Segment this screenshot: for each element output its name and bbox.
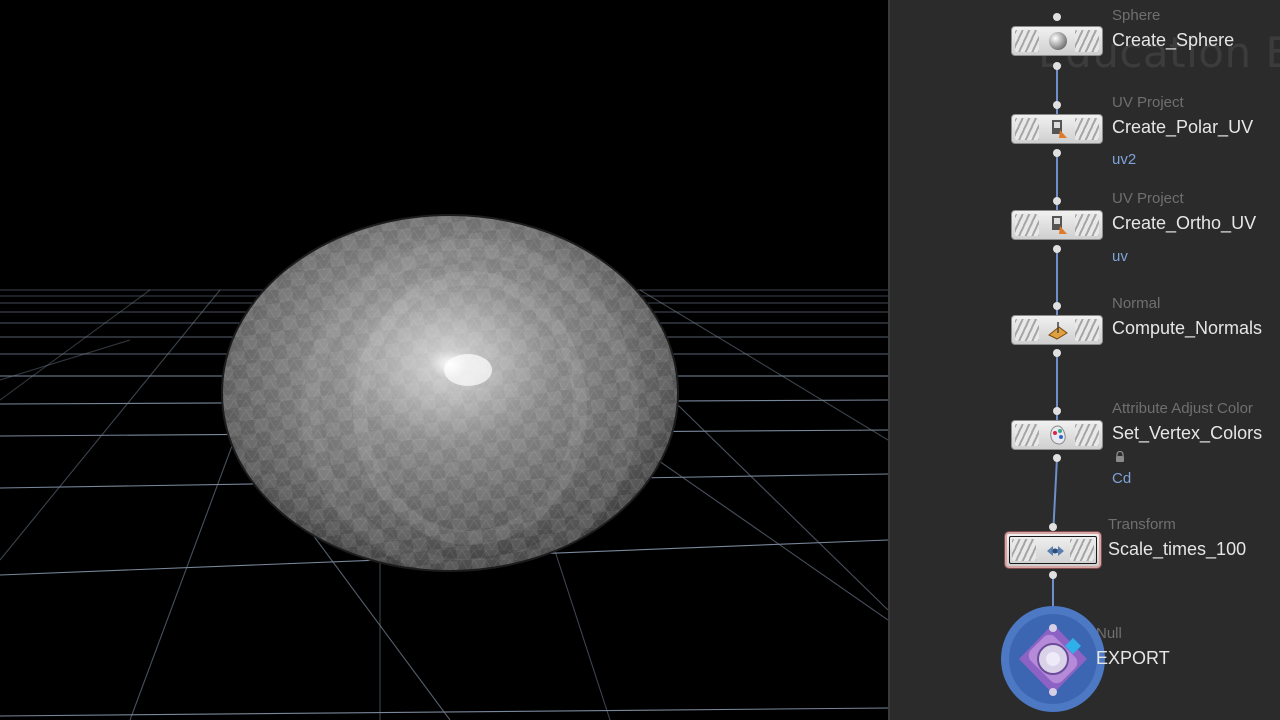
uv-project-icon — [1046, 118, 1070, 140]
normal-icon — [1046, 319, 1070, 341]
node-name-label[interactable]: Scale_times_100 — [1108, 539, 1246, 560]
transform-icon — [1043, 540, 1067, 562]
node-type-label: UV Project — [1112, 190, 1184, 207]
input-connector[interactable] — [1053, 407, 1061, 415]
output-connector[interactable] — [1049, 571, 1057, 579]
sphere-icon — [1046, 30, 1070, 52]
uv-project-icon — [1046, 214, 1070, 236]
node-name-label[interactable]: Create_Polar_UV — [1112, 117, 1253, 138]
bypass-flag[interactable] — [1015, 319, 1039, 341]
output-connector[interactable] — [1053, 62, 1061, 70]
bypass-flag[interactable] — [1015, 214, 1039, 236]
node-scale-times-100[interactable] — [1005, 532, 1101, 568]
input-connector[interactable] — [1053, 13, 1061, 21]
output-connector[interactable] — [1053, 349, 1061, 357]
node-set-vertex-colors[interactable] — [1011, 420, 1103, 450]
node-export[interactable] — [1001, 602, 1105, 712]
display-flag[interactable] — [1075, 424, 1099, 446]
input-connector — [1049, 624, 1057, 632]
network-editor-panel[interactable]: Education Edi Sphere Create_Sphere — [888, 0, 1280, 720]
bypass-flag[interactable] — [1015, 30, 1039, 52]
node-type-label: Sphere — [1112, 7, 1161, 24]
node-name-label[interactable]: EXPORT — [1096, 648, 1170, 669]
display-flag[interactable] — [1075, 319, 1099, 341]
output-attribute-label: Cd — [1112, 470, 1132, 487]
output-connector[interactable] — [1053, 454, 1061, 462]
node-type-label: Transform — [1108, 516, 1176, 533]
viewport-canvas — [0, 214, 888, 720]
output-connector[interactable] — [1053, 245, 1061, 253]
node-name-label[interactable]: Create_Ortho_UV — [1112, 213, 1256, 234]
color-adjust-icon — [1046, 424, 1070, 446]
scene-viewport[interactable] — [0, 0, 888, 720]
output-attribute-label: uv2 — [1112, 151, 1137, 168]
node-compute-normals[interactable] — [1011, 315, 1103, 345]
display-flag[interactable] — [1075, 30, 1099, 52]
output-connector — [1049, 688, 1057, 696]
node-type-label: Attribute Adjust Color — [1112, 400, 1253, 417]
lock-icon[interactable] — [1114, 451, 1126, 463]
input-connector[interactable] — [1053, 302, 1061, 310]
input-connector[interactable] — [1053, 197, 1061, 205]
bypass-flag[interactable] — [1012, 539, 1036, 561]
node-type-label: Normal — [1112, 295, 1161, 312]
node-create-polar-uv[interactable] — [1011, 114, 1103, 144]
node-name-label[interactable]: Compute_Normals — [1112, 318, 1262, 339]
node-create-ortho-uv[interactable] — [1011, 210, 1103, 240]
display-flag[interactable] — [1070, 539, 1094, 561]
houdini-workspace: Education Edi Sphere Create_Sphere — [0, 0, 1280, 720]
node-name-label[interactable]: Create_Sphere — [1112, 30, 1234, 51]
output-attribute-label: uv — [1112, 248, 1128, 265]
display-flag[interactable] — [1075, 118, 1099, 140]
input-connector[interactable] — [1049, 523, 1057, 531]
node-name-label[interactable]: Set_Vertex_Colors — [1112, 423, 1262, 444]
node-type-label: UV Project — [1112, 94, 1184, 111]
output-connector[interactable] — [1053, 149, 1061, 157]
display-flag[interactable] — [1075, 214, 1099, 236]
node-create-sphere[interactable] — [1011, 26, 1103, 56]
sphere-geometry — [221, 214, 679, 572]
bypass-flag[interactable] — [1015, 118, 1039, 140]
input-connector[interactable] — [1053, 101, 1061, 109]
bypass-flag[interactable] — [1015, 424, 1039, 446]
